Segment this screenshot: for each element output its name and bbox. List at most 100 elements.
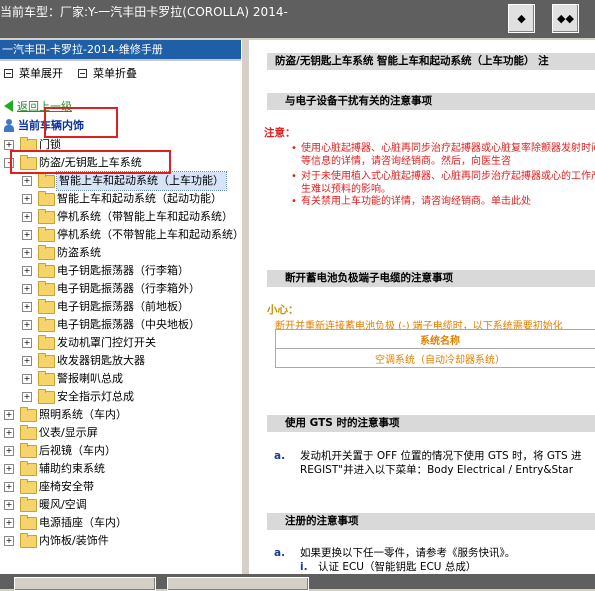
tree-node[interactable]: + 电源插座（车内） xyxy=(0,514,241,532)
note-bullet-3[interactable]: •有关禁用上车功能的详情，请咨询经销商。单击此处 xyxy=(301,195,595,208)
expand-toggle-icon[interactable]: + xyxy=(4,536,14,546)
folder-icon xyxy=(38,301,55,314)
tree-node[interactable]: +仪表/显示屏 xyxy=(0,424,241,442)
reg-item-mark: a. xyxy=(274,546,300,560)
current-vehicle: 当前车辆内饰 xyxy=(4,117,84,133)
folder-icon xyxy=(38,247,55,260)
folder-icon xyxy=(38,319,55,332)
expand-toggle-icon[interactable]: + xyxy=(22,176,32,186)
tree-node[interactable]: + 后视镜（车内） xyxy=(0,442,241,460)
tree-node-label: 座椅安全带 xyxy=(39,478,94,496)
tree-node[interactable]: +电子钥匙振荡器（前地板） xyxy=(0,298,241,316)
tree-node[interactable]: +停机系统（不带智能上车和起动系统） xyxy=(0,226,241,244)
folder-icon xyxy=(38,373,55,386)
tree-node-label: 防盗系统 xyxy=(57,244,101,262)
expand-toggle-icon[interactable]: + xyxy=(4,428,14,438)
back-label: 返回上一级 xyxy=(17,98,72,114)
expand-all-button[interactable]: 菜单展开 xyxy=(4,65,63,81)
tree-node-label: 电源插座（车内） xyxy=(39,514,127,532)
tree-node[interactable]: + 电子钥匙振荡器（中央地板） xyxy=(0,316,241,334)
section-title-battery: 断开蓄电池负极端子电缆的注意事项 xyxy=(267,270,595,287)
expand-toggle-icon[interactable]: + xyxy=(4,410,14,420)
back-link[interactable]: 返回上一级 xyxy=(4,98,72,114)
folder-icon xyxy=(20,517,37,530)
tree-node[interactable]: + 智能上车和起动系统（上车功能） xyxy=(0,172,241,190)
folder-icon xyxy=(20,499,37,512)
tree-node[interactable]: +电子钥匙振荡器（行李箱） xyxy=(0,262,241,280)
current-vehicle-label: 当前车辆内饰 xyxy=(18,117,84,133)
expand-toggle-icon[interactable]: + xyxy=(22,392,32,402)
tree-node[interactable]: -防盗/无钥匙上车系统 xyxy=(0,154,241,172)
expand-toggle-icon[interactable]: + xyxy=(22,302,32,312)
collapse-all-button[interactable]: 菜单折叠 xyxy=(78,65,137,81)
tree-node[interactable]: + 智能上车和起动系统（起动功能） xyxy=(0,190,241,208)
tree-node[interactable]: + 门锁 xyxy=(0,136,241,154)
tree-node[interactable]: + 警报喇叭总成 xyxy=(0,370,241,388)
expand-toggle-icon[interactable]: + xyxy=(22,374,32,384)
init-systems-table: 系统名称 空调系统（自动冷却器系统） xyxy=(275,329,595,368)
tree-node[interactable]: + 暖风/空调 xyxy=(0,496,241,514)
collapse-toggle-icon[interactable]: - xyxy=(4,158,14,168)
note-label: 注意： xyxy=(264,125,296,140)
expand-toggle-icon[interactable]: + xyxy=(4,518,14,528)
tree-node[interactable]: +停机系统（带智能上车和起动系统） xyxy=(0,208,241,226)
tree-node-label: 门锁 xyxy=(39,136,61,154)
expand-toggle-icon[interactable]: + xyxy=(22,356,32,366)
table-header-row: 系统名称 xyxy=(276,330,595,349)
note-bullet-2: •对于未使用植入式心脏起搏器、心脏再同步治疗起搏器或心的工作产生难以预料的影响。 xyxy=(301,170,595,196)
expand-toggle-icon[interactable]: + xyxy=(4,464,14,474)
tree-node-label: 后视镜（车内） xyxy=(39,442,116,460)
tree-node[interactable]: +电子钥匙振荡器（行李箱外） xyxy=(0,280,241,298)
folder-icon xyxy=(38,265,55,278)
tree-node[interactable]: + 照明系统（车内） xyxy=(0,406,241,424)
collapse-all-label: 菜单折叠 xyxy=(93,65,137,81)
registration-item: a.如果更换以下任一零件，请参考《服务快讯》。 i.认证 ECU（智能钥匙 EC… xyxy=(274,546,515,574)
tree-node-label: 警报喇叭总成 xyxy=(57,370,123,388)
folder-icon xyxy=(20,445,37,458)
expand-toggle-icon[interactable]: + xyxy=(22,230,32,240)
window-titlebar: 当前车型：厂家:Y-一汽丰田卡罗拉(COROLLA) 2014- ◆ ◆◆ xyxy=(0,0,595,38)
note-bullet-2-text: 对于未使用植入式心脏起搏器、心脏再同步治疗起搏器或心的工作产生难以预料的影响。 xyxy=(301,171,595,195)
expand-toggle-icon[interactable]: + xyxy=(4,446,14,456)
tree-node-label: 暖风/空调 xyxy=(39,496,87,514)
expand-toggle-icon[interactable]: + xyxy=(22,212,32,222)
content-panel: 防盗/无钥匙上车系统 智能上车和起动系统（上车功能） 注 与电子设备干扰有关的注… xyxy=(249,40,595,574)
expand-toggle-icon[interactable]: + xyxy=(22,194,32,204)
nav-button-2[interactable]: ◆◆ xyxy=(552,4,579,33)
tree-node[interactable]: +发动机罩门控灯开关 xyxy=(0,334,241,352)
tree-node[interactable]: +收发器钥匙放大器 xyxy=(0,352,241,370)
expand-toggle-icon[interactable]: + xyxy=(22,338,32,348)
expand-toggle-icon[interactable]: + xyxy=(22,320,32,330)
folder-icon xyxy=(38,211,55,224)
folder-icon xyxy=(38,193,55,206)
expand-toggle-icon[interactable]: + xyxy=(4,140,14,150)
tree-node-label: 照明系统（车内） xyxy=(39,406,127,424)
double-diamond-icon: ◆◆ xyxy=(557,12,574,25)
expand-toggle-icon[interactable]: + xyxy=(22,284,32,294)
person-icon xyxy=(4,119,14,132)
left-nav-panel: 一汽丰田-卡罗拉-2014-维修手册 菜单展开 菜单折叠 返回上一级 当前车辆内… xyxy=(0,40,241,574)
expand-toggle-icon[interactable]: + xyxy=(4,482,14,492)
tree-node[interactable]: +辅助约束系统 xyxy=(0,460,241,478)
expand-toggle-icon[interactable]: + xyxy=(22,248,32,258)
expand-toggle-icon[interactable]: + xyxy=(4,500,14,510)
nav-button-1[interactable]: ◆ xyxy=(508,4,535,33)
tree-node[interactable]: + 防盗系统 xyxy=(0,244,241,262)
section-title-interference: 与电子设备干扰有关的注意事项 xyxy=(267,93,595,110)
folder-icon xyxy=(38,355,55,368)
folder-icon xyxy=(20,463,37,476)
tree-node[interactable]: + 安全指示灯总成 xyxy=(0,388,241,406)
tree-node-label: 电子钥匙振荡器（中央地板） xyxy=(57,316,200,334)
reg-line-1: 如果更换以下任一零件，请参考《服务快讯》。 xyxy=(300,547,515,559)
tree-node[interactable]: +内饰板/装饰件 xyxy=(0,532,241,550)
folder-icon xyxy=(38,229,55,242)
tree-node[interactable]: + 座椅安全带 xyxy=(0,478,241,496)
tree-node-label: 智能上车和起动系统（上车功能） xyxy=(57,172,226,190)
menu-expand-icon xyxy=(4,69,13,78)
tree-node-label: 智能上车和起动系统（起动功能） xyxy=(57,190,222,208)
folder-icon xyxy=(20,535,37,548)
expand-toggle-icon[interactable]: + xyxy=(22,266,32,276)
gts-line-1: 发动机开关置于 OFF 位置的情况下使用 GTS 时，将 GTS 进 xyxy=(300,450,582,462)
folder-icon xyxy=(20,139,37,152)
tree-node-label: 安全指示灯总成 xyxy=(57,388,134,406)
